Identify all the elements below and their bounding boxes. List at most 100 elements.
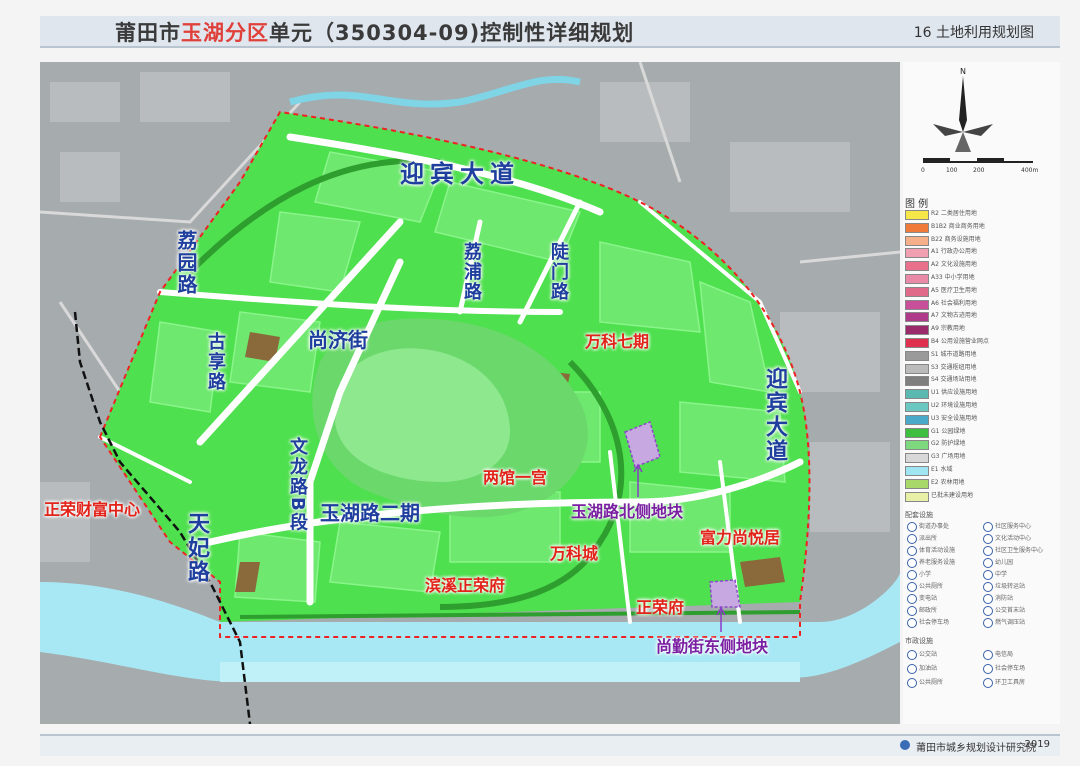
utility-legend-title: 市政设施 — [905, 637, 933, 645]
facility-label: 幼儿园 — [995, 559, 1014, 566]
legend-label: S1 城市道路用地 — [931, 350, 977, 358]
legend-label: B4 公用设施营业网点 — [931, 338, 989, 345]
footer: 莆田市城乡规划设计研究院 2019 — [40, 734, 1060, 756]
legend-swatch — [905, 235, 929, 246]
facility-label: 派出所 — [919, 535, 938, 542]
svg-text:100: 100 — [946, 167, 958, 174]
legend-label: A5 医疗卫生用地 — [931, 286, 977, 294]
legend-label: 已批未建设用地 — [931, 491, 974, 499]
legend-label: B1B2 商业商务用地 — [931, 222, 985, 230]
project-label-binxi: 滨溪正荣府 — [425, 576, 506, 595]
legend-label: R2 二类居住用地 — [931, 210, 977, 217]
facility-label: 变电站 — [919, 595, 938, 602]
legend-label: A1 行政办公用地 — [931, 248, 977, 256]
facility-symbol-icon — [907, 522, 917, 532]
facility-label: 邮政所 — [919, 607, 938, 614]
utility-label: 电信局 — [995, 651, 1014, 658]
legend-swatch — [905, 491, 929, 502]
road-label-tianfei: 天妃路 — [184, 512, 209, 584]
facility-symbol-icon — [907, 606, 917, 616]
project-label-zhengrong-wealth: 正荣财富中心 — [44, 500, 141, 519]
legend-label: G1 公园绿地 — [931, 427, 966, 435]
road-label-guxiang: 古享路 — [205, 332, 226, 392]
facility-label: 社会停车场 — [919, 619, 950, 626]
facility-label: 养老服务设施 — [919, 559, 956, 566]
facility-symbol-icon — [983, 534, 993, 544]
legend-swatch — [905, 402, 929, 412]
legend-swatch — [905, 261, 929, 272]
legend-swatch — [905, 478, 929, 489]
svg-text:400m: 400m — [1021, 167, 1038, 174]
legend-swatch — [905, 222, 929, 233]
road-label-shangji: 尚济街 — [308, 328, 368, 352]
facility-label: 体育活动设施 — [919, 547, 956, 554]
legend-label: A9 宗教用地 — [931, 325, 965, 333]
facility-label: 公交首末站 — [995, 607, 1026, 614]
legend-swatch — [905, 286, 929, 297]
legend-label: U3 安全设施用地 — [931, 414, 978, 422]
compass-n: N — [960, 67, 966, 76]
utility-symbol-icon — [983, 650, 993, 660]
facility-symbol-icon — [983, 594, 993, 604]
legend-swatch — [905, 338, 929, 348]
utility-label: 环卫工具房 — [995, 679, 1026, 686]
legend-swatch — [905, 210, 929, 220]
legend-panel: N 0 100 200 400m 图 例 R2 二类居住用地 B1B2 商业商务用… — [903, 62, 1060, 724]
legend-label: G3 广场用地 — [931, 453, 966, 461]
road-label-yuhu2: 玉湖路二期 — [320, 501, 420, 525]
legend-label: G2 防护绿地 — [931, 440, 966, 448]
facility-symbol-icon — [907, 534, 917, 544]
legend-title: 图 例 — [905, 199, 929, 210]
legend-label: U2 环境设施用地 — [931, 402, 978, 409]
facility-symbol-icon — [983, 570, 993, 580]
road-label-lipu: 荔浦路 — [461, 242, 482, 302]
legend-label: S4 交通场站用地 — [931, 376, 977, 384]
legend-swatch — [905, 274, 929, 284]
map-title: 莆田市玉湖分区单元（350304-09)控制性详细规划 — [115, 21, 635, 45]
legend-swatch — [905, 350, 929, 361]
utility-symbol-icon — [983, 678, 993, 688]
facility-label: 燃气调压站 — [995, 619, 1026, 626]
sheet-title: 16 土地利用规划图 — [913, 25, 1034, 41]
road-label-lumen: 陡门路 — [548, 242, 569, 302]
facility-symbol-icon — [907, 570, 917, 580]
utility-label: 公共厕所 — [919, 679, 944, 686]
legend-label: A33 中小学用地 — [931, 274, 975, 281]
utility-label: 公交站 — [919, 651, 938, 658]
legend-swatch — [905, 414, 929, 425]
utility-label: 加油站 — [919, 665, 938, 672]
plot-label-east: 尚勤街东侧地块 — [656, 637, 769, 656]
facility-symbol-icon — [907, 594, 917, 604]
legend-swatch — [905, 363, 929, 374]
road-label-wenlong: 文龙路B段 — [287, 437, 308, 533]
facility-label: 中学 — [995, 571, 1008, 578]
road-label-yingbin-east: 迎宾大道 — [762, 367, 787, 463]
facility-symbol-icon — [983, 558, 993, 568]
utility-label: 社会停车场 — [995, 665, 1026, 672]
legend-label: S3 交通枢纽用地 — [931, 363, 977, 371]
legend-swatch — [905, 376, 929, 387]
facility-symbol-icon — [983, 618, 993, 628]
project-label-liangguan: 两馆一宫 — [483, 468, 548, 487]
legend-label: A6 社会福利用地 — [931, 299, 977, 307]
svg-text:200: 200 — [973, 167, 985, 174]
legend-label: E1 水域 — [931, 466, 953, 473]
facility-label: 小学 — [919, 571, 932, 578]
compass-icon: N 0 100 200 400m — [921, 67, 1038, 174]
project-label-wanke7: 万科七期 — [585, 332, 650, 351]
facility-symbol-icon — [983, 546, 993, 556]
road-label-yingbin-north: 迎宾大道 — [400, 160, 520, 188]
facility-label: 文化活动中心 — [995, 535, 1032, 542]
plot-label-north: 玉湖路北侧地块 — [571, 502, 684, 521]
facility-symbol-icon — [907, 558, 917, 568]
institute-logo-icon — [900, 740, 910, 750]
legend-swatch — [905, 466, 929, 476]
facility-label: 社区卫生服务中心 — [995, 547, 1044, 554]
footer-institute: 莆田市城乡规划设计研究院 — [916, 743, 1036, 754]
title-bar: 莆田市玉湖分区单元（350304-09)控制性详细规划 16 土地利用规划图 — [40, 16, 1060, 48]
svg-text:0: 0 — [921, 167, 925, 174]
map-canvas[interactable]: 迎宾大道 迎宾大道 荔园路 荔浦路 陡门路 尚济街 古享路 文龙路B段 玉湖路二… — [40, 62, 900, 724]
utility-symbol-icon — [983, 664, 993, 674]
legend-swatch — [905, 453, 929, 464]
road-label-liyuan: 荔园路 — [174, 230, 198, 296]
